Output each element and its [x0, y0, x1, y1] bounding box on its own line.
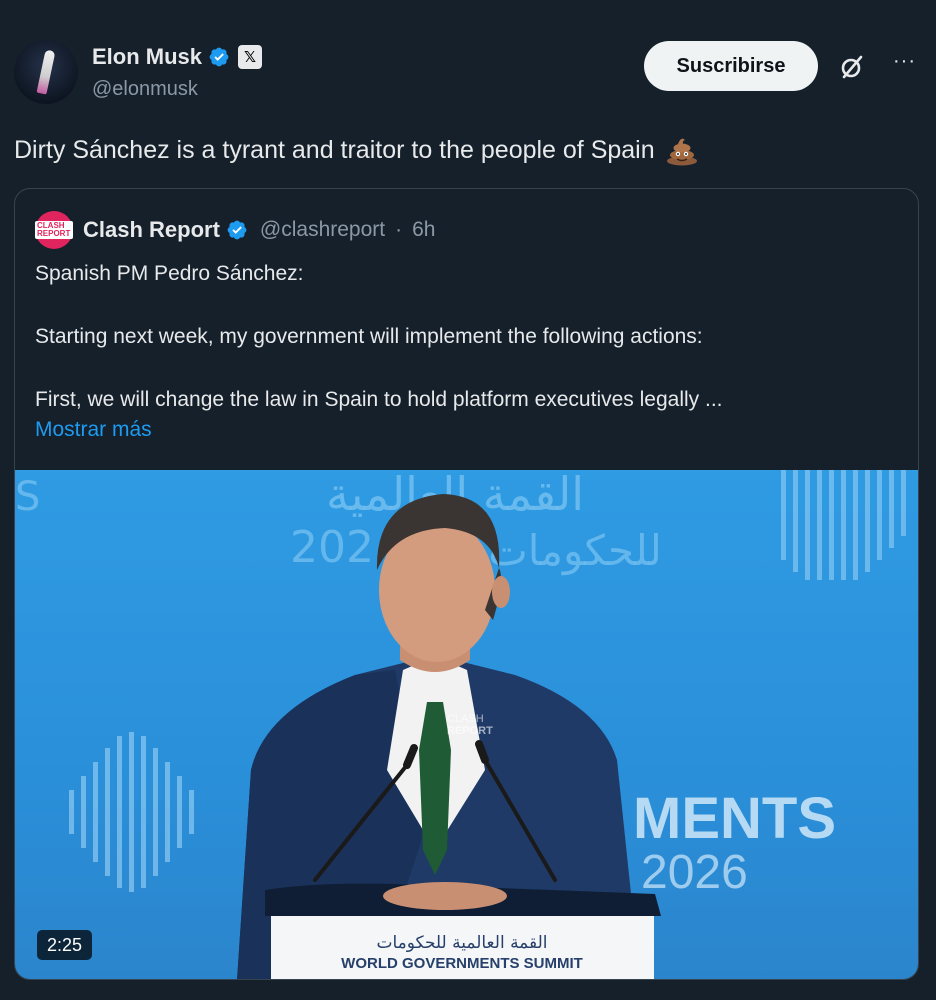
quoted-post-time[interactable]: 6h — [412, 218, 435, 242]
post-header: Elon Musk 𝕏 @elonmusk Suscribirse ··· — [14, 38, 922, 110]
author-avatar[interactable] — [14, 40, 78, 104]
watermark-line2: REPORT — [447, 725, 493, 737]
bg-left-letter: S — [15, 474, 40, 520]
meta-separator: · — [395, 218, 403, 241]
bg-year-partial: 202 — [290, 522, 374, 573]
show-more-link[interactable]: Mostrar más — [35, 415, 905, 445]
decor-diamond-left — [69, 732, 194, 892]
video-frame: القمة العالمية 202 للحكومات S MENTS 2026 — [15, 470, 906, 979]
post-text-content: Dirty Sánchez is a tyrant and traitor to… — [14, 135, 655, 164]
subscribe-button[interactable]: Suscribirse — [644, 41, 818, 91]
bg-arabic-mid: للحكومات — [488, 526, 662, 575]
author-name-row: Elon Musk 𝕏 — [92, 44, 263, 70]
rocket-image — [36, 49, 56, 95]
x-affiliation-badge: 𝕏 — [238, 45, 263, 69]
more-options-icon[interactable]: ··· — [893, 50, 916, 73]
podium-arabic: القمة العالمية للحكومات — [376, 933, 547, 953]
grok-icon[interactable] — [838, 53, 866, 81]
quoted-author-name[interactable]: Clash Report — [83, 217, 220, 243]
author-handle[interactable]: @elonmusk — [92, 78, 198, 101]
quoted-paragraph: Starting next week, my government will i… — [35, 325, 703, 348]
verified-badge-icon — [227, 220, 247, 240]
watermark-line1: CLASH — [447, 713, 484, 725]
video-duration-badge: 2:25 — [37, 930, 93, 960]
decor-diamond-right — [781, 470, 906, 580]
video-player[interactable]: القمة العالمية 202 للحكومات S MENTS 2026 — [15, 470, 918, 979]
quoted-paragraph: First, we will change the law in Spain t… — [35, 388, 723, 411]
quoted-post-card[interactable]: CLASH REPORT Clash Report @clashreport ·… — [14, 188, 919, 980]
quoted-author-handle[interactable]: @clashreport — [260, 218, 385, 242]
quoted-paragraph: Spanish PM Pedro Sánchez: — [35, 262, 304, 285]
quoted-author-avatar[interactable]: CLASH REPORT — [35, 211, 73, 249]
bg-right-word: MENTS — [633, 786, 836, 851]
bg-right-year: 2026 — [641, 846, 748, 899]
verified-badge-icon — [209, 47, 229, 67]
quoted-avatar-logo: CLASH REPORT — [35, 221, 73, 239]
pile-of-poo-icon — [666, 138, 697, 166]
post-text: Dirty Sánchez is a tyrant and traitor to… — [14, 134, 699, 166]
podium-english: WORLD GOVERNMENTS SUMMIT — [341, 955, 583, 972]
author-name[interactable]: Elon Musk — [92, 44, 202, 70]
quoted-post-header: CLASH REPORT Clash Report @clashreport ·… — [35, 211, 435, 249]
podium: القمة العالمية للحكومات WORLD GOVERNMENT… — [265, 882, 661, 979]
quoted-post-body: Spanish PM Pedro Sánchez: Starting next … — [35, 259, 905, 445]
